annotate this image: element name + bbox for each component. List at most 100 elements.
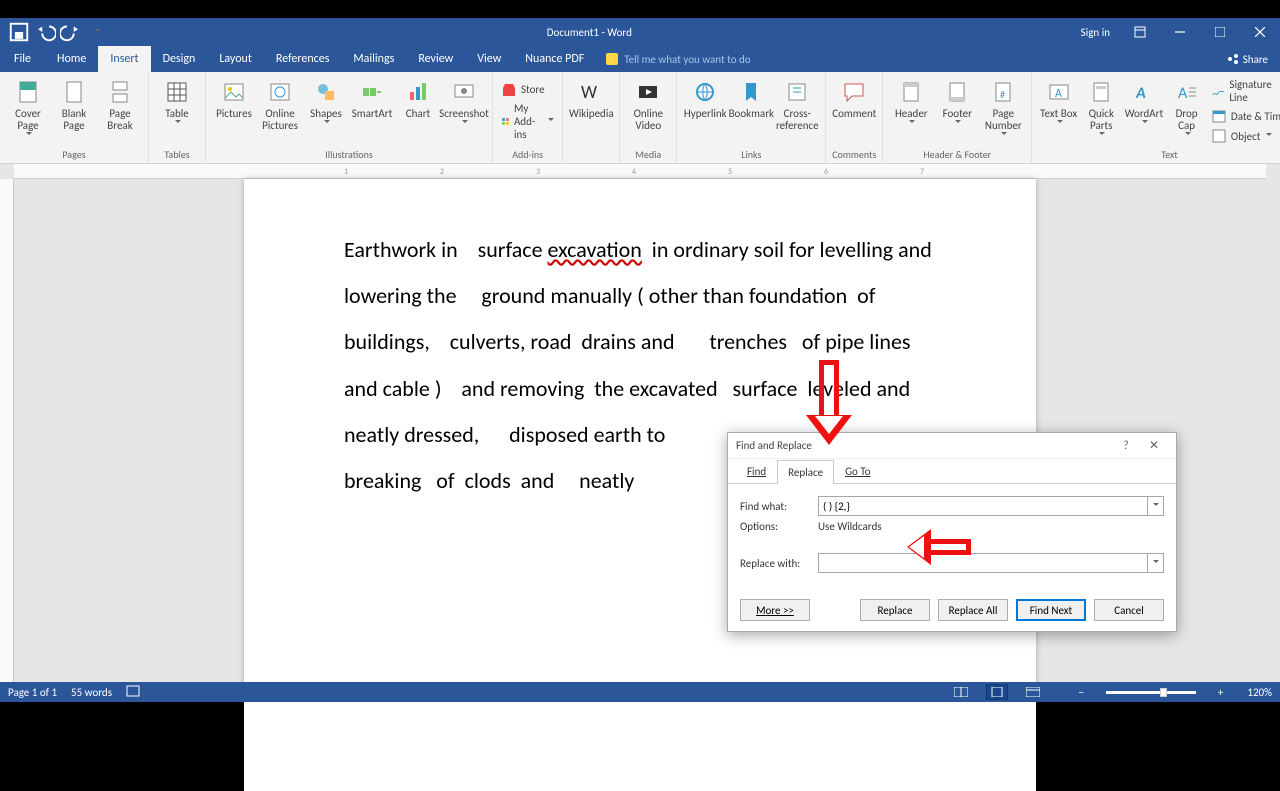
- view-print-layout-icon[interactable]: [986, 684, 1008, 700]
- svg-text:W: W: [581, 81, 597, 103]
- table-button[interactable]: Table: [155, 76, 199, 146]
- undo-icon[interactable]: [34, 21, 56, 43]
- group-illustrations: Illustrations: [212, 148, 486, 161]
- annotation-arrow-down: [808, 360, 850, 450]
- replace-with-input[interactable]: [818, 553, 1148, 573]
- zoom-slider[interactable]: [1106, 691, 1196, 694]
- qat-customize[interactable]: [86, 21, 108, 43]
- date-time-button[interactable]: Date & Time: [1209, 107, 1280, 125]
- status-proofing-icon[interactable]: [126, 685, 140, 700]
- cancel-button[interactable]: Cancel: [1094, 599, 1164, 621]
- sign-in-link[interactable]: Sign in: [1071, 26, 1120, 39]
- svg-text:A: A: [1178, 84, 1188, 103]
- header-button[interactable]: Header: [889, 76, 933, 146]
- group-addins: Add-ins: [499, 148, 556, 161]
- smartart-button[interactable]: SmartArt: [350, 76, 394, 146]
- titlebar: Document1 - Word Sign in: [0, 18, 1280, 46]
- tab-layout[interactable]: Layout: [207, 46, 264, 72]
- close-icon[interactable]: [1240, 18, 1280, 46]
- online-pictures-button[interactable]: Online Pictures: [258, 76, 302, 146]
- cover-page-button[interactable]: Cover Page: [6, 76, 50, 146]
- addins-icon: [501, 113, 510, 129]
- view-web-layout-icon[interactable]: [1022, 684, 1044, 700]
- wordart-button[interactable]: AWordArt: [1124, 76, 1165, 146]
- group-text: Text: [1038, 148, 1280, 161]
- tab-review[interactable]: Review: [406, 46, 465, 72]
- group-links: Links: [683, 148, 819, 161]
- find-replace-dialog: Find and Replace ? ✕ Find Replace Go To …: [727, 432, 1177, 632]
- status-bar: Page 1 of 1 55 words − + 120%: [0, 682, 1280, 702]
- view-read-mode-icon[interactable]: [950, 684, 972, 700]
- window-title: Document1 - Word: [108, 26, 1071, 39]
- tab-design[interactable]: Design: [151, 46, 208, 72]
- group-tables: Tables: [155, 148, 199, 161]
- tab-view[interactable]: View: [465, 46, 513, 72]
- chart-button[interactable]: Chart: [396, 76, 440, 146]
- object-icon: [1211, 128, 1227, 144]
- wikipedia-button[interactable]: WWikipedia: [569, 76, 613, 146]
- footer-button[interactable]: Footer: [935, 76, 979, 146]
- tab-file[interactable]: File: [0, 46, 45, 72]
- shapes-button[interactable]: Shapes: [304, 76, 348, 146]
- group-comments: Comments: [832, 148, 876, 161]
- ruler-horizontal[interactable]: 1 2 3 4 5 6 7: [14, 164, 1266, 179]
- zoom-level[interactable]: 120%: [1247, 686, 1272, 699]
- find-what-dropdown[interactable]: [1148, 496, 1164, 516]
- dialog-tab-find[interactable]: Find: [736, 459, 777, 483]
- drop-cap-button[interactable]: ADrop Cap: [1166, 76, 1207, 146]
- tab-insert[interactable]: Insert: [98, 46, 150, 72]
- svg-text:A: A: [1055, 87, 1062, 101]
- more-button[interactable]: More >>: [740, 599, 810, 621]
- ribbon-options-icon[interactable]: [1120, 18, 1160, 46]
- find-what-input[interactable]: [818, 496, 1148, 516]
- redo-icon[interactable]: [60, 21, 82, 43]
- my-addins-button[interactable]: My Add-ins: [499, 101, 556, 142]
- status-words[interactable]: 55 words: [71, 686, 112, 699]
- replace-with-label: Replace with:: [740, 557, 818, 570]
- blank-page-button[interactable]: Blank Page: [52, 76, 96, 146]
- quick-parts-button[interactable]: Quick Parts: [1081, 76, 1122, 146]
- group-pages: Pages: [6, 148, 142, 161]
- store-icon: [501, 82, 517, 98]
- zoom-in-button[interactable]: +: [1218, 686, 1223, 699]
- pictures-button[interactable]: Pictures: [212, 76, 256, 146]
- ruler-vertical[interactable]: [0, 179, 14, 682]
- tab-nuance-pdf[interactable]: Nuance PDF: [513, 46, 596, 72]
- tell-me-search[interactable]: Tell me what you want to do: [596, 46, 760, 72]
- ribbon-tabs: File Home Insert Design Layout Reference…: [0, 46, 1280, 72]
- share-button[interactable]: Share: [1215, 46, 1280, 72]
- store-button[interactable]: Store: [499, 81, 556, 99]
- status-page[interactable]: Page 1 of 1: [8, 686, 57, 699]
- page-number-button[interactable]: #Page Number: [981, 76, 1025, 146]
- bulb-icon: [606, 53, 618, 65]
- replace-button[interactable]: Replace: [860, 599, 930, 621]
- object-button[interactable]: Object: [1209, 127, 1280, 145]
- zoom-thumb[interactable]: [1160, 688, 1167, 697]
- options-value: Use Wildcards: [818, 520, 882, 533]
- comment-button[interactable]: Comment: [832, 76, 876, 146]
- maximize-icon[interactable]: [1200, 18, 1240, 46]
- hyperlink-button[interactable]: Hyperlink: [683, 76, 727, 146]
- save-icon[interactable]: [8, 21, 30, 43]
- options-label: Options:: [740, 520, 818, 533]
- replace-all-button[interactable]: Replace All: [938, 599, 1008, 621]
- bookmark-button[interactable]: Bookmark: [729, 76, 773, 146]
- svg-text:#: #: [1000, 88, 1005, 101]
- online-video-button[interactable]: Online Video: [626, 76, 670, 146]
- text-box-button[interactable]: AText Box: [1038, 76, 1079, 146]
- calendar-icon: [1211, 108, 1227, 124]
- tab-mailings[interactable]: Mailings: [341, 46, 406, 72]
- tab-references[interactable]: References: [264, 46, 342, 72]
- signature-line-button[interactable]: Signature Line: [1209, 77, 1280, 105]
- page-break-button[interactable]: Page Break: [98, 76, 142, 146]
- dialog-help-icon[interactable]: ?: [1112, 439, 1140, 453]
- zoom-out-button[interactable]: −: [1078, 686, 1083, 699]
- find-next-button[interactable]: Find Next: [1016, 599, 1086, 621]
- dialog-close-icon[interactable]: ✕: [1140, 438, 1168, 453]
- tab-home[interactable]: Home: [45, 46, 98, 72]
- screenshot-button[interactable]: Screenshot: [442, 76, 486, 146]
- replace-with-dropdown[interactable]: [1148, 553, 1164, 573]
- crossref-button[interactable]: Cross-reference: [775, 76, 819, 146]
- signature-icon: [1211, 83, 1225, 99]
- minimize-icon[interactable]: [1160, 18, 1200, 46]
